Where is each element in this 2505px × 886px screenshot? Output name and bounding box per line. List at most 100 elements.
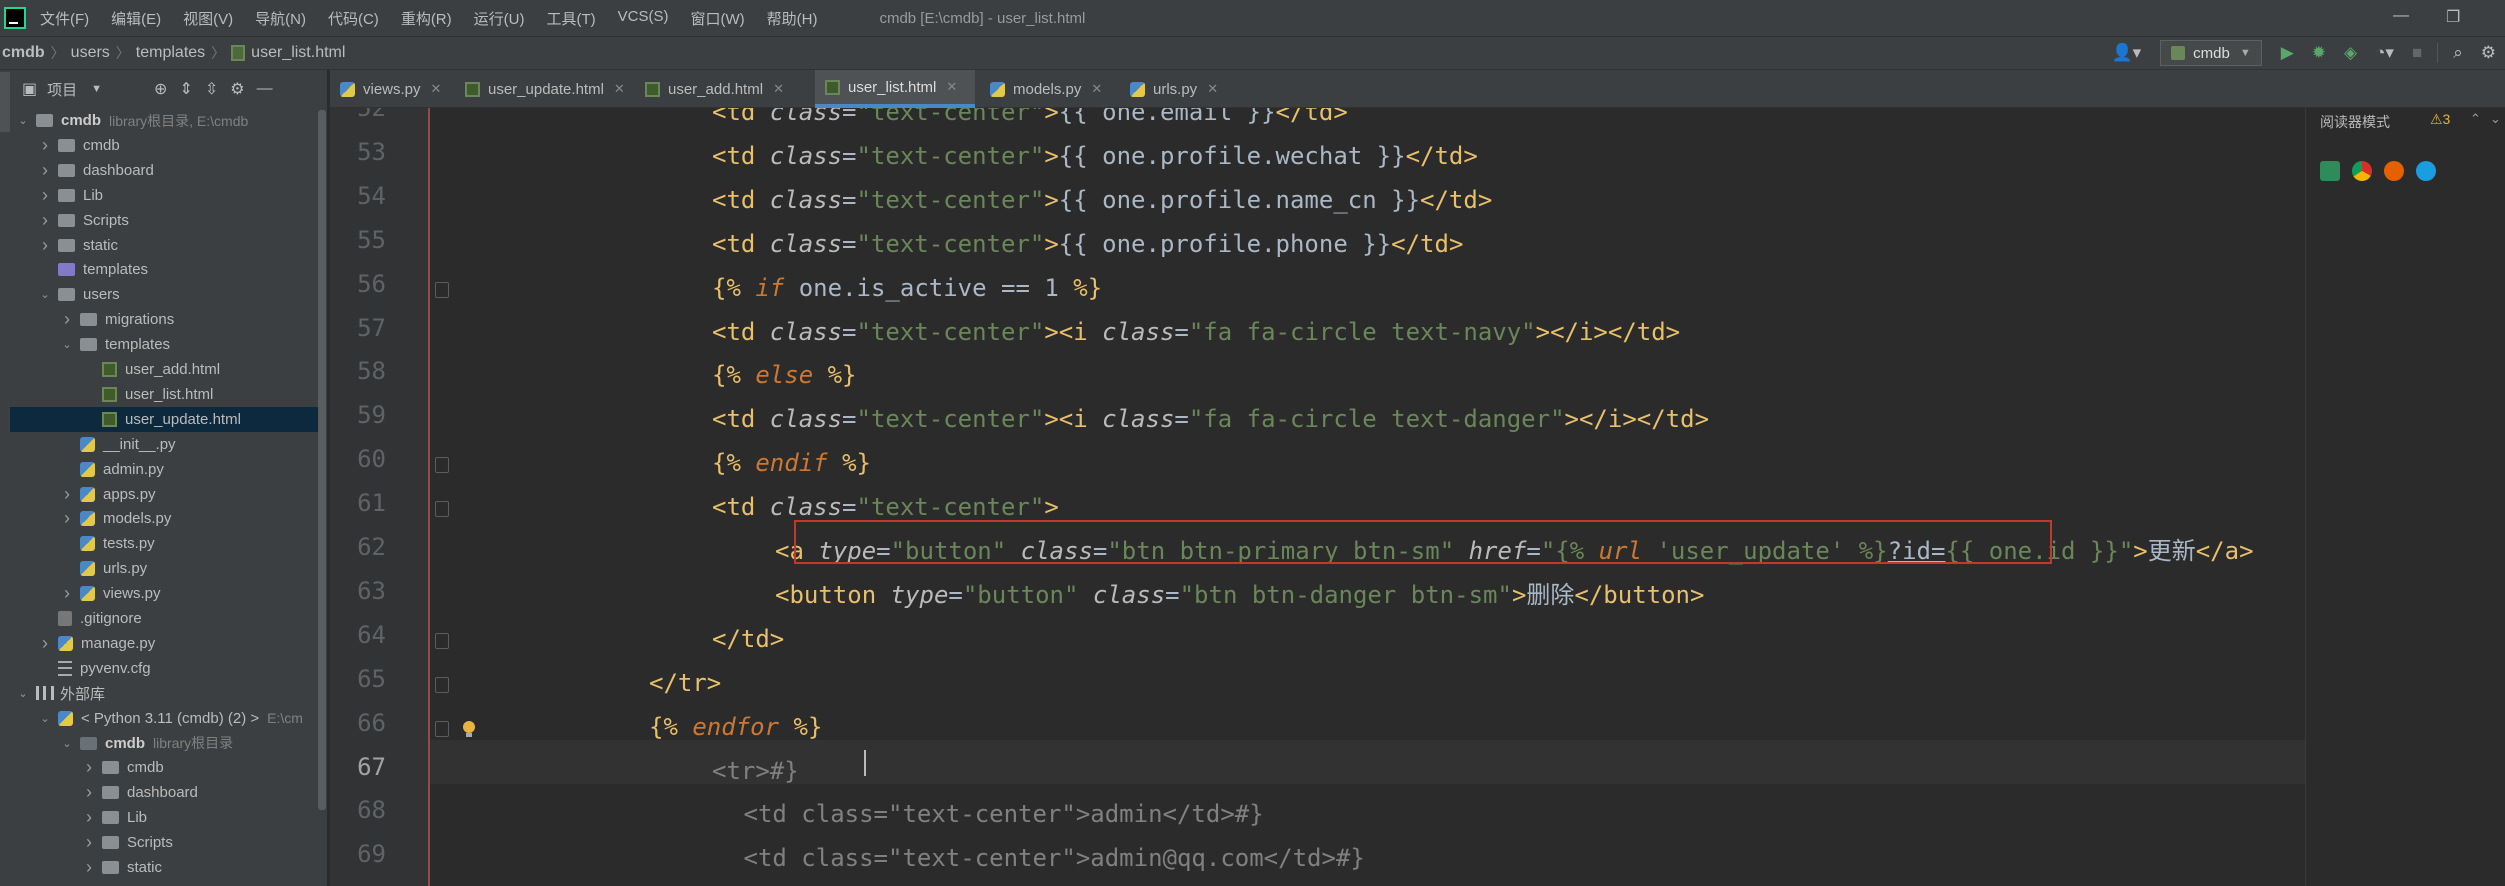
tree-item[interactable]: templates [10,257,320,282]
menu-item[interactable]: 重构(R) [401,8,452,29]
tree-item[interactable]: › Lib [10,805,320,830]
chevron-right-icon[interactable]: › [82,832,96,853]
menu-item[interactable]: 窗口(W) [690,8,744,29]
warning-count[interactable]: ⚠3 [2430,111,2450,128]
tree-item[interactable]: ⌄ cmdb library根目录 [10,731,320,756]
chevron-right-icon[interactable]: › [38,135,52,156]
tree-item[interactable]: ⌄ 外部库 [10,681,320,706]
tree-item[interactable]: › Scripts [10,208,320,233]
settings-icon[interactable]: ⚙ [2481,43,2496,63]
tree-item[interactable]: user_list.html [10,382,320,407]
chevron-right-icon[interactable]: › [38,633,52,654]
collapse-all-icon[interactable]: ⇳ [205,79,218,99]
chevron-right-icon[interactable]: › [60,583,74,604]
tree-item[interactable]: › migrations [10,307,320,332]
profile-icon[interactable]: ◔▾ [2375,43,2394,63]
chevron-down-icon[interactable]: ⌄ [2490,111,2501,127]
tree-item[interactable]: .gitignore [10,606,320,631]
chevron-right-icon[interactable]: › [82,807,96,828]
chevron-right-icon[interactable]: › [60,484,74,505]
chevron-down-icon[interactable]: ▼ [91,83,102,95]
editor-tab[interactable]: urls.py ✕ [1120,70,1230,108]
tree-item[interactable]: ⌄ < Python 3.11 (cmdb) (2) > E:\cm [10,706,320,731]
tree-item[interactable]: › models.py [10,506,320,531]
code-editor[interactable]: 52535455565758596061626364656667686970 <… [330,108,2305,886]
project-title[interactable]: 项目 [47,79,77,100]
search-icon[interactable]: ⌕ [2453,43,2463,63]
tree-item[interactable]: › static [10,855,320,880]
tree-item[interactable]: urls.py [10,556,320,581]
chevron-down-icon[interactable]: ⌄ [38,712,52,725]
tree-item[interactable]: › Scripts [10,830,320,855]
hide-icon[interactable]: — [257,80,273,98]
project-tool-button[interactable] [0,72,10,132]
editor-tab[interactable]: models.py ✕ [980,70,1116,108]
tree-item[interactable]: admin.py [10,457,320,482]
chevron-down-icon[interactable]: ⌄ [16,114,30,127]
fold-marker-icon[interactable] [435,457,449,474]
expand-all-icon[interactable]: ⇕ [179,79,192,99]
tree-item[interactable]: › apps.py [10,482,320,507]
menu-item[interactable]: 代码(C) [328,8,379,29]
fold-marker-icon[interactable] [435,632,449,649]
pycharm-browser-icon[interactable] [2320,161,2340,181]
restore-icon[interactable]: ❐ [2446,7,2460,27]
close-tab-icon[interactable]: ✕ [1207,81,1218,97]
tree-item[interactable]: tests.py [10,531,320,556]
fold-marker-icon[interactable] [435,501,449,518]
run-icon[interactable]: ▶ [2281,43,2294,63]
chevron-right-icon[interactable]: › [82,757,96,778]
chevron-down-icon[interactable]: ⌄ [16,687,30,700]
menu-item[interactable]: 运行(U) [474,8,525,29]
close-tab-icon[interactable]: ✕ [773,81,784,97]
debug-icon[interactable]: ✹ [2312,43,2326,63]
locate-icon[interactable]: ⊕ [154,79,167,99]
chevron-right-icon[interactable]: › [38,185,52,206]
tree-item[interactable]: ⌄ templates [10,332,320,357]
lightbulb-icon[interactable] [462,720,476,737]
chevron-down-icon[interactable]: ⌄ [38,288,52,301]
editor-tab[interactable]: user_list.html ✕ [815,70,975,108]
tree-item[interactable]: › dashboard [10,780,320,805]
editor-tab[interactable]: user_update.html ✕ [455,70,631,108]
tree-item[interactable]: user_update.html [10,406,320,432]
close-tab-icon[interactable]: ✕ [1091,81,1102,97]
breadcrumb-item[interactable]: templates [136,44,205,62]
tree-item[interactable]: __init__.py [10,432,320,457]
gear-icon[interactable]: ⚙ [230,79,244,99]
fold-marker-icon[interactable] [435,676,449,693]
close-tab-icon[interactable]: ✕ [431,81,442,97]
tree-item[interactable]: pyvenv.cfg [10,656,320,681]
tree-item[interactable]: user_add.html [10,357,320,382]
chevron-up-icon[interactable]: ⌃ [2470,111,2481,127]
tree-item[interactable]: › cmdb [10,133,320,158]
run-config-select[interactable]: cmdb ▼ [2160,40,2262,66]
menu-item[interactable]: 视图(V) [183,8,233,29]
stop-icon[interactable]: ■ [2412,43,2422,63]
chevron-right-icon[interactable]: › [60,508,74,529]
menu-item[interactable]: 编辑(E) [111,8,161,29]
tree-item[interactable]: ⌄ users [10,282,320,307]
tree-item[interactable]: › static [10,233,320,258]
close-tab-icon[interactable]: ✕ [614,81,625,97]
menu-item[interactable]: 工具(T) [546,8,595,29]
chrome-icon[interactable] [2352,161,2372,181]
chevron-down-icon[interactable]: ⌄ [60,737,74,750]
project-scrollbar[interactable] [318,110,326,810]
breadcrumb-item[interactable]: users [71,44,110,62]
tree-item[interactable]: › views.py [10,581,320,606]
reader-mode-toggle[interactable]: 阅读器模式 [2320,112,2390,132]
chevron-down-icon[interactable]: ⌄ [60,338,74,351]
coverage-icon[interactable]: ◈ [2344,43,2357,63]
chevron-right-icon[interactable]: › [38,210,52,231]
tree-item[interactable]: templates [10,880,320,886]
breadcrumb-item[interactable]: cmdb [2,44,45,62]
edge-icon[interactable] [2416,161,2436,181]
tree-item[interactable]: › dashboard [10,158,320,183]
chevron-right-icon[interactable]: › [38,235,52,256]
chevron-right-icon[interactable]: › [38,160,52,181]
tree-item[interactable]: › Lib [10,183,320,208]
firefox-icon[interactable] [2384,161,2404,181]
tree-item[interactable]: › manage.py [10,631,320,656]
chevron-right-icon[interactable]: › [60,309,74,330]
